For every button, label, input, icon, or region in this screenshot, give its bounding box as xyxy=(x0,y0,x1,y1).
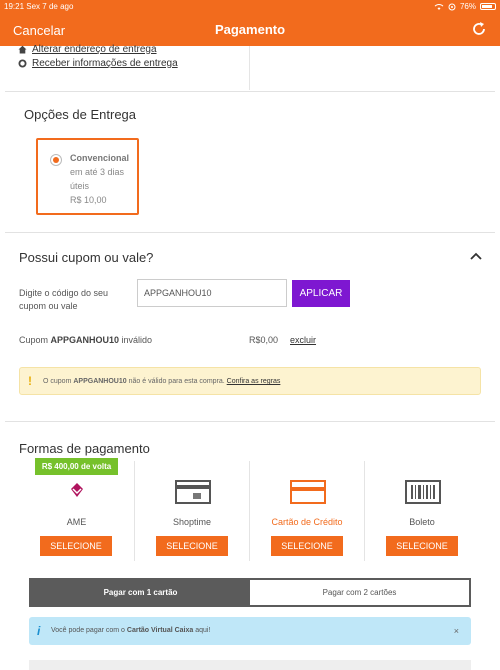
whatsapp-icon xyxy=(18,59,27,67)
payment-method-shoptime[interactable]: Shoptime SELECIONE xyxy=(134,461,249,561)
coupon-warning: ! O cupom APPGANHOU10 não é válido para … xyxy=(19,367,481,395)
delivery-option-time: em até 3 dias xyxy=(70,167,125,177)
page-title: Pagamento xyxy=(214,22,286,37)
gift-card-icon xyxy=(175,480,211,504)
select-button[interactable]: SELECIONE xyxy=(40,536,112,556)
apply-coupon-button[interactable]: APLICAR xyxy=(292,280,350,307)
coupon-heading: Possui cupom ou vale? xyxy=(19,250,154,265)
status-time: 19:21 xyxy=(4,2,25,11)
radio-button[interactable] xyxy=(50,154,62,166)
delivery-option-price: R$ 10,00 xyxy=(70,195,107,205)
warning-icon: ! xyxy=(28,374,32,388)
tab-one-card[interactable]: Pagar com 1 cartão xyxy=(31,580,250,605)
home-icon xyxy=(18,45,27,53)
payment-method-label: AME xyxy=(66,517,87,527)
delivery-option-time: úteis xyxy=(70,181,90,191)
coupon-input-label: Digite o código do seu cupom ou vale xyxy=(19,288,109,311)
status-date: Sex 7 de ago xyxy=(26,2,74,11)
chevron-up-icon[interactable] xyxy=(470,252,482,260)
info-banner: i Você pode pagar com o Cartão Virtual C… xyxy=(29,617,471,645)
payment-method-label: Shoptime xyxy=(172,517,212,527)
divider xyxy=(5,232,495,233)
info-icon: i xyxy=(37,624,41,638)
payment-method-label: Boleto xyxy=(409,517,435,527)
payment-heading: Formas de pagamento xyxy=(19,441,150,456)
receive-info-link[interactable]: Receber informações de entrega xyxy=(32,58,178,69)
select-button[interactable]: SELECIONE xyxy=(271,536,343,556)
next-section xyxy=(29,660,471,670)
select-button[interactable]: SELECIONE xyxy=(156,536,228,556)
barcode-icon xyxy=(405,480,441,504)
delivery-option-name: Convencional xyxy=(70,153,130,163)
divider xyxy=(249,46,250,90)
tab-two-cards[interactable]: Pagar com 2 cartões xyxy=(250,580,469,605)
delivery-heading: Opções de Entrega xyxy=(24,107,137,122)
delivery-option-card[interactable]: Convencional em até 3 dias úteis R$ 10,0… xyxy=(36,138,139,215)
coupon-value: R$0,00 xyxy=(249,335,279,345)
payment-methods: AME SELECIONE Shoptime SELECIONE Cartão … xyxy=(19,461,481,561)
divider xyxy=(5,91,495,92)
status-bar: 19:21 Sex 7 de ago 76% xyxy=(0,0,500,12)
top-bar: 19:21 Sex 7 de ago 76% Cancelar Pagament… xyxy=(0,0,500,46)
address-links: Alterar endereço de entrega Receber info… xyxy=(18,42,178,70)
credit-card-icon xyxy=(290,480,326,504)
payment-method-label: Cartão de Crédito xyxy=(271,517,343,527)
rules-link[interactable]: Confira as regras xyxy=(227,378,281,385)
payment-method-ame[interactable]: AME SELECIONE xyxy=(19,461,134,561)
card-count-tabs: Pagar com 1 cartão Pagar com 2 cartões xyxy=(29,578,471,607)
remove-coupon-link[interactable]: excluir xyxy=(290,335,316,345)
close-icon[interactable]: × xyxy=(454,617,459,645)
payment-method-boleto[interactable]: Boleto SELECIONE xyxy=(364,461,479,561)
select-button[interactable]: SELECIONE xyxy=(386,536,458,556)
refresh-icon[interactable] xyxy=(470,20,488,38)
battery-percent: 76% xyxy=(459,2,476,11)
lock-rotation-icon xyxy=(448,3,456,10)
ame-heart-icon xyxy=(71,483,83,497)
change-address-link[interactable]: Alterar endereço de entrega xyxy=(32,44,157,55)
divider xyxy=(5,421,495,422)
coupon-code: APPGANHOU10 xyxy=(50,335,120,345)
coupon-status: Cupom APPGANHOU10 inválido xyxy=(19,335,153,345)
cashback-badge: R$ 400,00 de volta xyxy=(35,458,118,475)
payment-method-credit-card[interactable]: Cartão de Crédito SELECIONE xyxy=(249,461,364,561)
wifi-icon xyxy=(434,3,444,10)
coupon-input[interactable] xyxy=(137,279,287,307)
battery-icon xyxy=(480,3,496,10)
